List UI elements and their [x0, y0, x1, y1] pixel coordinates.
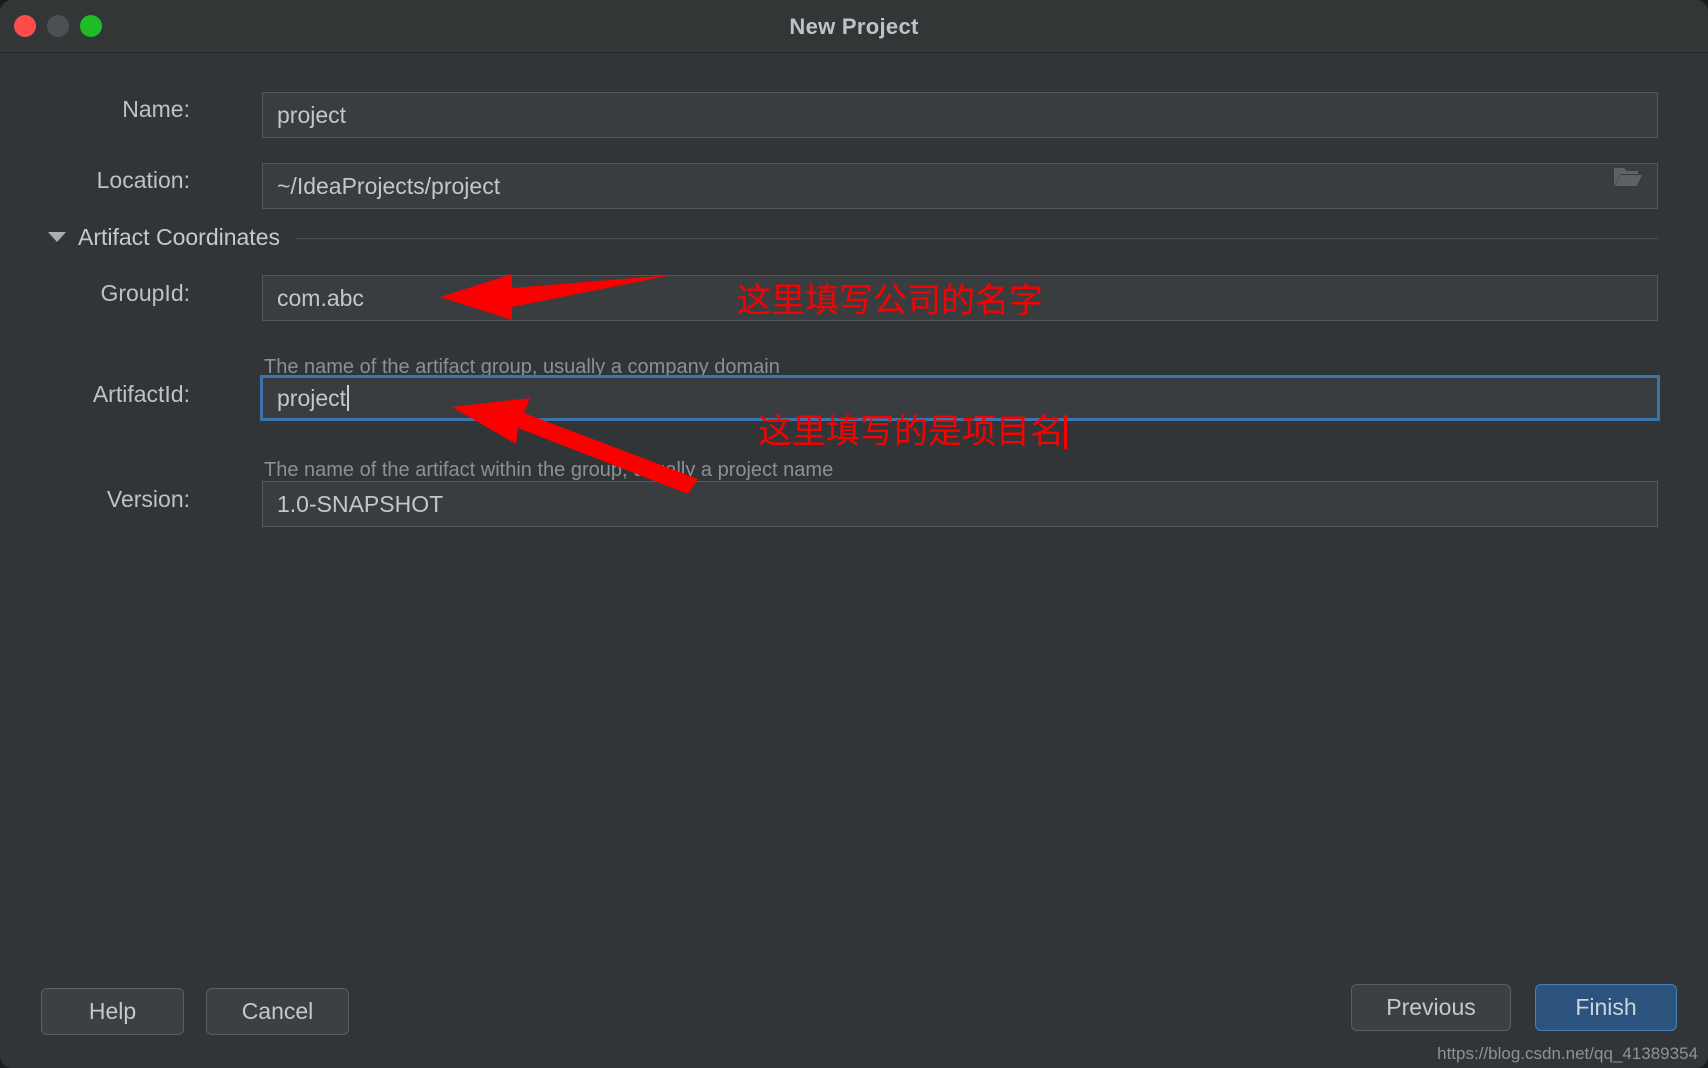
folder-open-icon[interactable] [1601, 154, 1654, 200]
artifact-coordinates-section-header[interactable]: Artifact Coordinates [48, 220, 1658, 254]
name-input[interactable]: project [262, 92, 1658, 138]
artifact-id-hint: The name of the artifact within the grou… [264, 459, 834, 481]
finish-button[interactable]: Finish [1535, 984, 1677, 1031]
artifact-coordinates-label: Artifact Coordinates [78, 223, 280, 250]
triangle-down-icon[interactable] [48, 232, 66, 242]
group-id-input[interactable]: com.abc [262, 275, 1658, 321]
location-input[interactable]: ~/IdeaProjects/project [262, 163, 1658, 209]
new-project-dialog: New Project Name: project Location: ~/Id… [0, 0, 1708, 1068]
section-divider [295, 237, 1658, 239]
version-input[interactable]: 1.0-SNAPSHOT [262, 481, 1658, 527]
artifact-id-input[interactable]: project [260, 375, 1660, 421]
artifact-id-value: project [277, 384, 347, 411]
previous-button[interactable]: Previous [1351, 984, 1511, 1031]
annotation-overlay: 这里填写公司的名字 这里填写的是项目名 [0, 0, 1708, 1068]
help-button[interactable]: Help [41, 988, 184, 1035]
location-label: Location: [96, 167, 190, 193]
title-bar: New Project [0, 0, 1708, 53]
group-id-label: GroupId: [100, 280, 191, 306]
text-cursor [347, 385, 350, 411]
artifact-id-label: ArtifactId: [92, 381, 190, 407]
version-label: Version: [106, 486, 190, 512]
window-title: New Project [789, 14, 919, 39]
watermark: https://blog.csdn.net/qq_41389354 [1437, 1044, 1698, 1063]
name-label: Name: [122, 96, 190, 122]
cancel-button[interactable]: Cancel [206, 988, 349, 1035]
